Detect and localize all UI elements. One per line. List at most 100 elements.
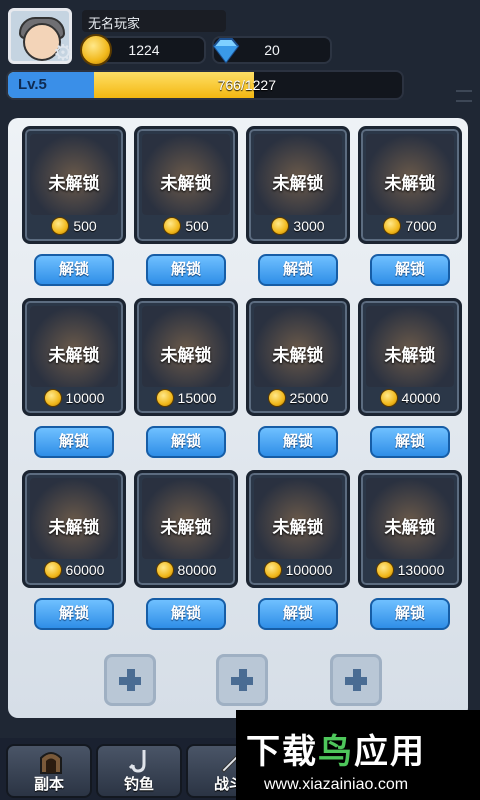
character-card[interactable]: 未解锁 10000 xyxy=(22,298,126,416)
price-value: 80000 xyxy=(177,562,217,578)
price-value: 10000 xyxy=(65,390,105,406)
card-price: 25000 xyxy=(249,387,347,409)
unlock-button[interactable]: 解锁 xyxy=(34,254,114,286)
price-value: 60000 xyxy=(65,562,105,578)
nav-fishing-button[interactable]: 钓鱼 xyxy=(96,744,182,798)
nav-label: 钓鱼 xyxy=(123,776,154,793)
nav-dungeon-button[interactable]: 副本 xyxy=(6,744,92,798)
menu-lines-icon[interactable] xyxy=(456,90,472,102)
character-board: 未解锁 500 解锁 未解锁 500 解锁 未解锁 3000 解锁 未解锁 7000 解锁 未解锁 100… xyxy=(8,118,468,718)
coin-icon xyxy=(155,389,174,407)
locked-label: 未解锁 xyxy=(48,174,100,193)
settings-gear-icon[interactable]: ⚙ xyxy=(52,42,74,64)
coin-icon xyxy=(163,217,182,235)
price-value: 500 xyxy=(185,218,209,234)
gem-amount: 20 xyxy=(264,42,280,58)
card-price: 40000 xyxy=(361,387,459,409)
unlock-button[interactable]: 解锁 xyxy=(370,254,450,286)
locked-label: 未解锁 xyxy=(384,174,436,193)
locked-label: 未解锁 xyxy=(160,346,212,365)
coin-icon xyxy=(155,561,174,579)
xp-text: 766/1227 xyxy=(217,77,276,93)
unlock-button[interactable]: 解锁 xyxy=(258,426,338,458)
character-card[interactable]: 未解锁 100000 xyxy=(246,470,350,588)
coin-amount: 1224 xyxy=(128,42,160,58)
price-value: 500 xyxy=(73,218,97,234)
watermark-title: 下载鸟应用 xyxy=(246,724,426,773)
coin-icon xyxy=(80,34,112,66)
locked-label: 未解锁 xyxy=(160,518,212,537)
unlock-button[interactable]: 解锁 xyxy=(258,598,338,630)
player-name: 无名玩家 xyxy=(82,10,226,32)
coin-icon xyxy=(383,217,402,235)
card-price: 500 xyxy=(25,215,123,237)
unlock-button[interactable]: 解锁 xyxy=(146,598,226,630)
card-price: 100000 xyxy=(249,559,347,581)
watermark-title-right: 应用 xyxy=(354,733,426,771)
coin-icon xyxy=(271,217,290,235)
unlock-button[interactable]: 解锁 xyxy=(146,426,226,458)
gem-balance: 20 xyxy=(212,36,332,64)
gate-icon xyxy=(40,752,62,774)
watermark-url: www.xiazainiao.com xyxy=(264,776,409,793)
character-card[interactable]: 未解锁 3000 xyxy=(246,126,350,244)
locked-label: 未解锁 xyxy=(160,174,212,193)
coin-icon xyxy=(263,561,282,579)
character-card[interactable]: 未解锁 25000 xyxy=(246,298,350,416)
locked-label: 未解锁 xyxy=(48,518,100,537)
card-price: 15000 xyxy=(137,387,235,409)
coin-icon xyxy=(375,561,394,579)
add-slot-button[interactable] xyxy=(104,654,156,706)
character-card[interactable]: 未解锁 130000 xyxy=(358,470,462,588)
character-card[interactable]: 未解锁 7000 xyxy=(358,126,462,244)
unlock-button[interactable]: 解锁 xyxy=(146,254,226,286)
price-value: 3000 xyxy=(293,218,325,234)
price-value: 25000 xyxy=(289,390,329,406)
card-price: 60000 xyxy=(25,559,123,581)
coin-icon xyxy=(43,561,62,579)
locked-label: 未解锁 xyxy=(384,346,436,365)
coin-icon xyxy=(43,389,62,407)
locked-label: 未解锁 xyxy=(272,174,324,193)
character-card[interactable]: 未解锁 15000 xyxy=(134,298,238,416)
add-slot-button[interactable] xyxy=(216,654,268,706)
fishing-hook-icon xyxy=(128,750,146,773)
unlock-button[interactable]: 解锁 xyxy=(258,254,338,286)
character-card[interactable]: 未解锁 40000 xyxy=(358,298,462,416)
coin-icon xyxy=(267,389,286,407)
card-price: 3000 xyxy=(249,215,347,237)
unlock-button[interactable]: 解锁 xyxy=(370,426,450,458)
unlock-button[interactable]: 解锁 xyxy=(370,598,450,630)
price-value: 100000 xyxy=(285,562,333,578)
coin-icon xyxy=(379,389,398,407)
character-card[interactable]: 未解锁 500 xyxy=(134,126,238,244)
card-price: 500 xyxy=(137,215,235,237)
locked-label: 未解锁 xyxy=(384,518,436,537)
character-card[interactable]: 未解锁 60000 xyxy=(22,470,126,588)
coin-balance: 1224 xyxy=(80,34,206,66)
card-price: 7000 xyxy=(361,215,459,237)
card-price: 130000 xyxy=(361,559,459,581)
watermark-title-accent: 鸟 xyxy=(318,733,354,771)
price-value: 130000 xyxy=(397,562,445,578)
card-price: 10000 xyxy=(25,387,123,409)
price-value: 7000 xyxy=(405,218,437,234)
price-value: 15000 xyxy=(177,390,217,406)
character-card[interactable]: 未解锁 500 xyxy=(22,126,126,244)
locked-label: 未解锁 xyxy=(272,346,324,365)
character-card[interactable]: 未解锁 80000 xyxy=(134,470,238,588)
card-price: 80000 xyxy=(137,559,235,581)
diamond-icon xyxy=(212,38,240,64)
locked-label: 未解锁 xyxy=(48,346,100,365)
coin-icon xyxy=(51,217,70,235)
price-value: 40000 xyxy=(401,390,441,406)
unlock-button[interactable]: 解锁 xyxy=(34,598,114,630)
locked-label: 未解锁 xyxy=(272,518,324,537)
unlock-button[interactable]: 解锁 xyxy=(34,426,114,458)
watermark-banner: 下载鸟应用 www.xiazainiao.com xyxy=(236,710,480,800)
level-label: Lv.5 xyxy=(18,76,47,93)
add-slot-button[interactable] xyxy=(330,654,382,706)
nav-label: 副本 xyxy=(33,776,64,793)
level-progress-bar: Lv.5 766/1227 xyxy=(6,70,404,100)
watermark-title-left: 下载 xyxy=(246,733,318,771)
